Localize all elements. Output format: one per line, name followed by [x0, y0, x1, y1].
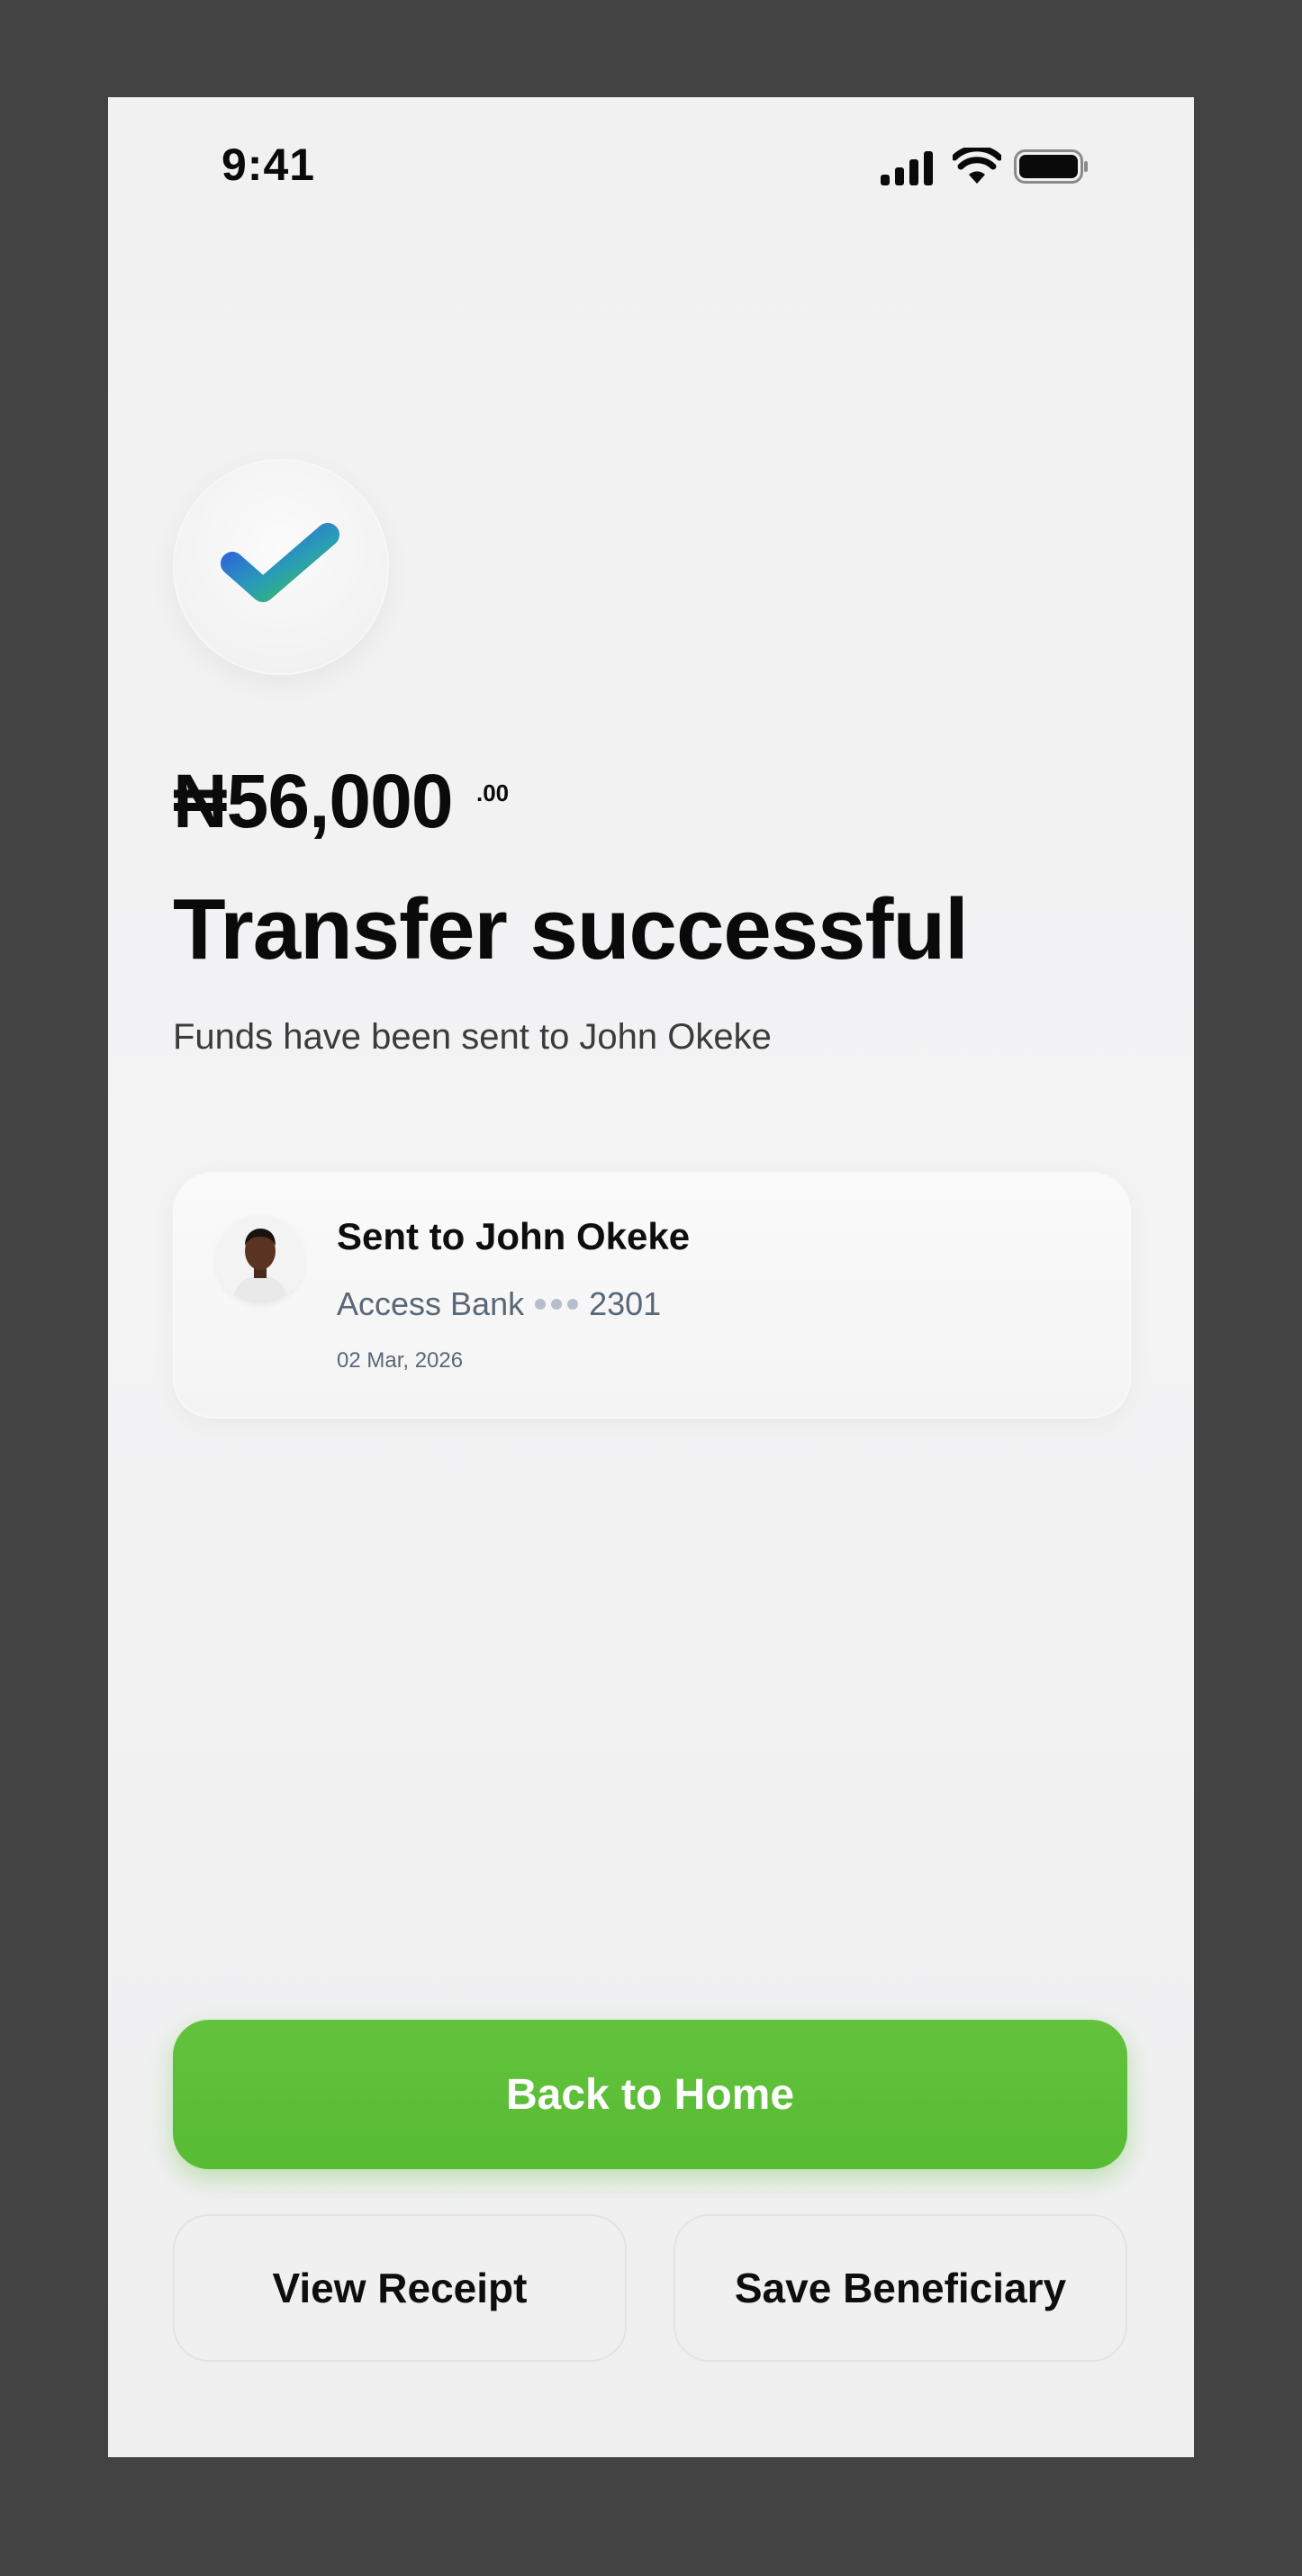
- recipient-card: Sent to John Okeke Access Bank 2301 02 M…: [173, 1172, 1131, 1419]
- bank-name: Access Bank: [337, 1285, 525, 1322]
- checkmark-icon: [221, 523, 339, 602]
- battery-icon: [1014, 149, 1088, 184]
- view-receipt-button[interactable]: View Receipt: [173, 2214, 627, 2362]
- recipient-bank: Access Bank 2301: [337, 1285, 661, 1323]
- wifi-icon: [953, 148, 1001, 184]
- page-title: Transfer successful: [173, 881, 969, 977]
- transfer-amount: ₦56,000: [173, 759, 454, 843]
- recipient-name: Sent to John Okeke: [337, 1215, 691, 1257]
- phone-screen: 9:41 ₦56,000 .00 Transfer successful Fun…: [108, 97, 1194, 2457]
- page-subtitle: Funds have been sent to John Okeke: [173, 1017, 772, 1057]
- account-last4: 2301: [589, 1285, 662, 1322]
- status-icons: [881, 148, 1088, 191]
- success-badge: [173, 459, 389, 675]
- status-time: 9:41: [222, 140, 316, 190]
- back-to-home-button[interactable]: Back to Home: [173, 2020, 1127, 2169]
- signal-icon: [881, 151, 933, 185]
- avatar: [216, 1215, 304, 1303]
- masked-dots: [535, 1299, 579, 1310]
- save-beneficiary-button[interactable]: Save Beneficiary: [674, 2214, 1127, 2362]
- transfer-date: 02 Mar, 2026: [337, 1348, 464, 1373]
- transfer-amount-cents: .00: [476, 779, 510, 806]
